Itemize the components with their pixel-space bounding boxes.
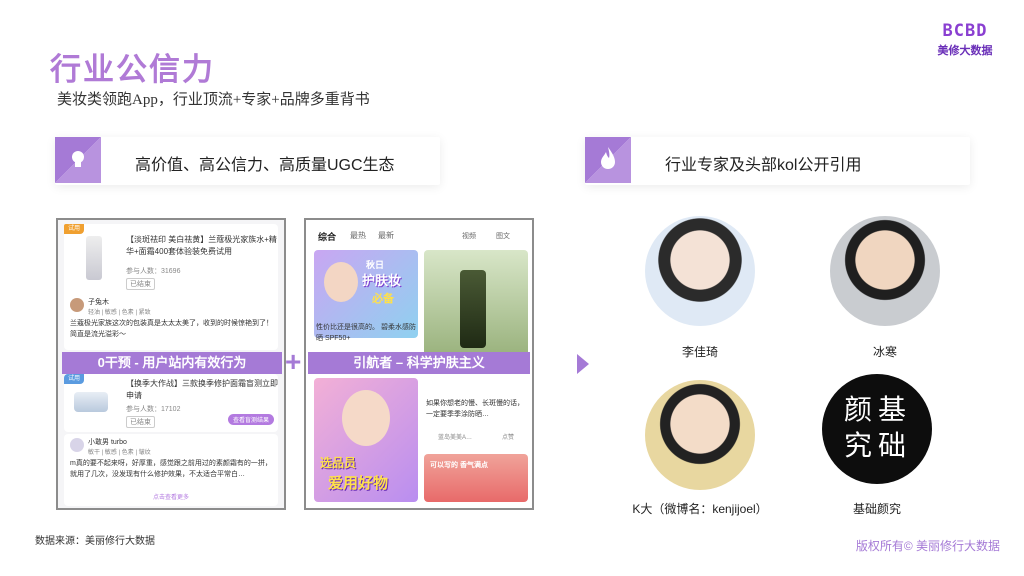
brand-logo-text: 美修大数据 (937, 45, 993, 57)
plus-icon: + (285, 346, 302, 377)
trial-title: 【淡斑祛印 美白祛黄】兰蔻极光家族水+精华+面霜400套体验装免费试用 (126, 235, 277, 256)
review-text: 兰蔻极光家族这次的包装真是太太太美了，收到的时候惊艳到了！简直是流光溢彩～ (70, 320, 273, 338)
review-user-tags-2: 敏干 | 敏感 | 色素 | 皱纹 (88, 450, 151, 456)
review-user-name-2: 小敢男 turbo (88, 439, 127, 446)
poster-text-2: 护肤妆 (362, 273, 402, 288)
expert-avatar-3 (645, 380, 755, 490)
copyright-note: 版权所有© 美丽修行大数据 (855, 539, 1000, 553)
trial-card-1[interactable]: 试用 【淡斑祛印 美白祛黄】兰蔻极光家族水+精华+面霜400套体验装免费试用 参… (64, 224, 278, 302)
trial-card-2[interactable]: 试用 【换季大作战】三款换季修护面霜盲测立即申请 参与人数：17102 已结束 … (64, 374, 278, 432)
expert-name-2: 冰寒 (872, 345, 897, 359)
feed-post-image-3[interactable]: 选品员 爱用好物 (314, 378, 418, 502)
trial-participants-2: 参与人数：17102 (126, 406, 181, 413)
brand-logo-mark: BCBD (942, 21, 988, 41)
trial-title-2: 【换季大作战】三款换季修护面霜盲测立即申请 (126, 379, 278, 400)
trial-status-2: 已结束 (126, 416, 155, 428)
avatar (70, 298, 84, 312)
view-more-link[interactable]: 点击查看更多 (64, 492, 278, 501)
expert-name-4: 基础颜究 (852, 502, 901, 516)
tab-article[interactable]: 图文 (496, 231, 510, 241)
left-strip-label: 0干预 - 用户站内有效行为 (62, 352, 282, 374)
person-image (324, 262, 358, 302)
poster-text-3: 必备 (372, 293, 394, 305)
poster2-text-2: 爱用好物 (328, 475, 389, 492)
left-banner-text: 高价值、高公信力、高质量UGC生态 (135, 157, 395, 174)
feed-post-image-2[interactable] (424, 250, 528, 360)
app-screenshot-feed: 综合 最热 最新 视频 图文 秋日 护肤妆 必备 性价比还是很高的。 碧柔水感防… (304, 218, 534, 510)
review-user-name: 子兔木 (88, 299, 109, 306)
right-banner-text: 行业专家及头部kol公开引用 (665, 157, 862, 174)
right-section-banner: 行业专家及头部kol公开引用 (585, 137, 970, 185)
review-card-2[interactable]: 小敢男 turbo 敏干 | 敏感 | 色素 | 皱纹 m真的要不起来呀，好厚重… (64, 434, 278, 506)
feed-post-user: 蓝岛美美A… (438, 435, 473, 441)
review-user-tags: 轻油 | 敏感 | 色素 | 紧致 (88, 310, 151, 316)
right-strip-label: 引航者 – 科学护肤主义 (308, 352, 530, 374)
jichuyanjiu-logo: 颜 基 究 础 (822, 374, 932, 484)
left-section-banner: 高价值、高公信力、高质量UGC生态 (55, 137, 440, 185)
tab-video[interactable]: 视频 (462, 231, 476, 241)
page-title: 行业公信力 (50, 52, 215, 87)
like-button[interactable]: 点赞 (502, 432, 514, 441)
feed-post-image-4[interactable]: 可以写的 香气满点 (424, 454, 528, 502)
expert-name-1: 李佳琦 (681, 345, 718, 359)
expert-avatar-2 (830, 216, 940, 326)
product-image-2 (74, 392, 108, 412)
logo-char-2: 基 (878, 393, 907, 426)
tab-overall[interactable]: 综合 (318, 230, 336, 243)
app-screenshot-trials: 试用 【淡斑祛印 美白祛黄】兰蔻极光家族水+精华+面霜400套体验装免费试用 参… (56, 218, 286, 510)
trial-participants: 参与人数：31696 (126, 268, 181, 275)
arrow-right-icon (577, 354, 589, 374)
poster2-text-1: 选品员 (320, 456, 357, 470)
page-subtitle: 美妆类领跑App，行业顶流+专家+品牌多重背书 (57, 92, 370, 108)
review-text-2: m真的要不起来呀，好厚重，感觉跟之前用过的素颜霜有的一拼，就用了几次，没发现有什… (70, 460, 272, 478)
logo-char-3: 究 (844, 429, 873, 462)
view-results-button[interactable]: 查看盲测结果 (227, 414, 274, 425)
avatar (70, 438, 84, 452)
expert-name-3: K大（微博名：kenjijoel） (632, 502, 768, 516)
trial-badge-2: 试用 (64, 374, 84, 384)
feed-post-caption-1: 性价比还是很高的。 碧柔水感防晒 SPF50+ (316, 324, 416, 342)
product-image (86, 236, 102, 280)
product-bottle (460, 270, 486, 348)
trial-badge: 试用 (64, 224, 84, 234)
trial-status: 已结束 (126, 278, 155, 290)
expert-avatar-1 (645, 216, 755, 326)
logo-char-1: 颜 (844, 393, 873, 426)
flame-icon (585, 137, 631, 183)
tab-latest[interactable]: 最新 (378, 230, 394, 241)
tab-hot[interactable]: 最热 (350, 230, 366, 241)
feed-post-caption-2: 如果你想老的慢、长斑慢的话，一定要季季涂防晒… (426, 400, 524, 418)
data-source-note: 数据来源：美丽修行大数据 (35, 536, 155, 547)
brand-logo: BCBD 美修大数据 (932, 22, 998, 58)
review-card-1[interactable]: 子兔木 轻油 | 敏感 | 色素 | 紧致 兰蔻极光家族这次的包装真是太太太美了… (64, 294, 278, 350)
logo-char-4: 础 (878, 429, 907, 462)
feed-post-image-4-text: 可以写的 香气满点 (430, 462, 488, 469)
person-image-2 (342, 390, 390, 446)
lightbulb-icon (55, 137, 101, 183)
